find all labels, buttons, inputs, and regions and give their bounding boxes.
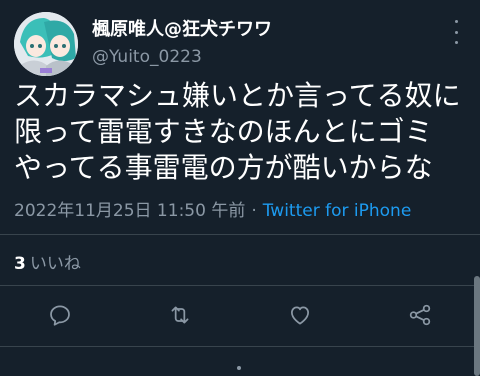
source-link[interactable]: Twitter for iPhone	[263, 201, 412, 221]
tweet-meta: 2022年11月25日 11:50 午前 · Twitter for iPhone	[14, 196, 411, 221]
tweet-text: スカラマシュ嫌いとか言ってる奴に 限って雷電すきなのほんとにゴミ やってる事雷電…	[14, 78, 474, 186]
likes-row[interactable]: 3 いいね	[14, 249, 81, 274]
page-indicator	[237, 366, 241, 370]
timestamp[interactable]: 2022年11月25日 11:50 午前	[14, 201, 245, 221]
likes-count: 3	[14, 254, 26, 274]
divider	[0, 234, 480, 235]
share-icon	[409, 304, 431, 326]
scrollbar[interactable]	[474, 276, 480, 376]
reply-button[interactable]	[47, 302, 73, 328]
tweet-text-line: 限って雷電すきなのほんとにゴミ	[14, 115, 433, 148]
retweet-button[interactable]	[167, 302, 193, 328]
like-icon	[291, 306, 309, 325]
meta-separator: ·	[251, 201, 257, 221]
retweet-icon	[171, 306, 189, 324]
tweet-text-line: やってる事雷電の方が酷いからな	[14, 151, 433, 184]
like-button[interactable]	[287, 302, 313, 328]
divider	[0, 285, 480, 286]
divider	[0, 346, 480, 347]
more-icon[interactable]	[448, 20, 464, 44]
tweet-text-line: スカラマシュ嫌いとか言ってる奴に	[14, 79, 461, 112]
action-bar	[0, 296, 480, 334]
likes-label: いいね	[29, 254, 81, 274]
user-handle[interactable]: @Yuito_0223	[92, 47, 202, 67]
display-name[interactable]: 楓原唯人@狂犬チワワ	[92, 15, 272, 41]
share-button[interactable]	[407, 302, 433, 328]
tweet-detail: 楓原唯人@狂犬チワワ @Yuito_0223 スカラマシュ嫌いとか言ってる奴に …	[0, 0, 480, 376]
avatar-image	[14, 12, 78, 76]
avatar[interactable]	[14, 12, 78, 76]
reply-icon	[50, 305, 70, 326]
